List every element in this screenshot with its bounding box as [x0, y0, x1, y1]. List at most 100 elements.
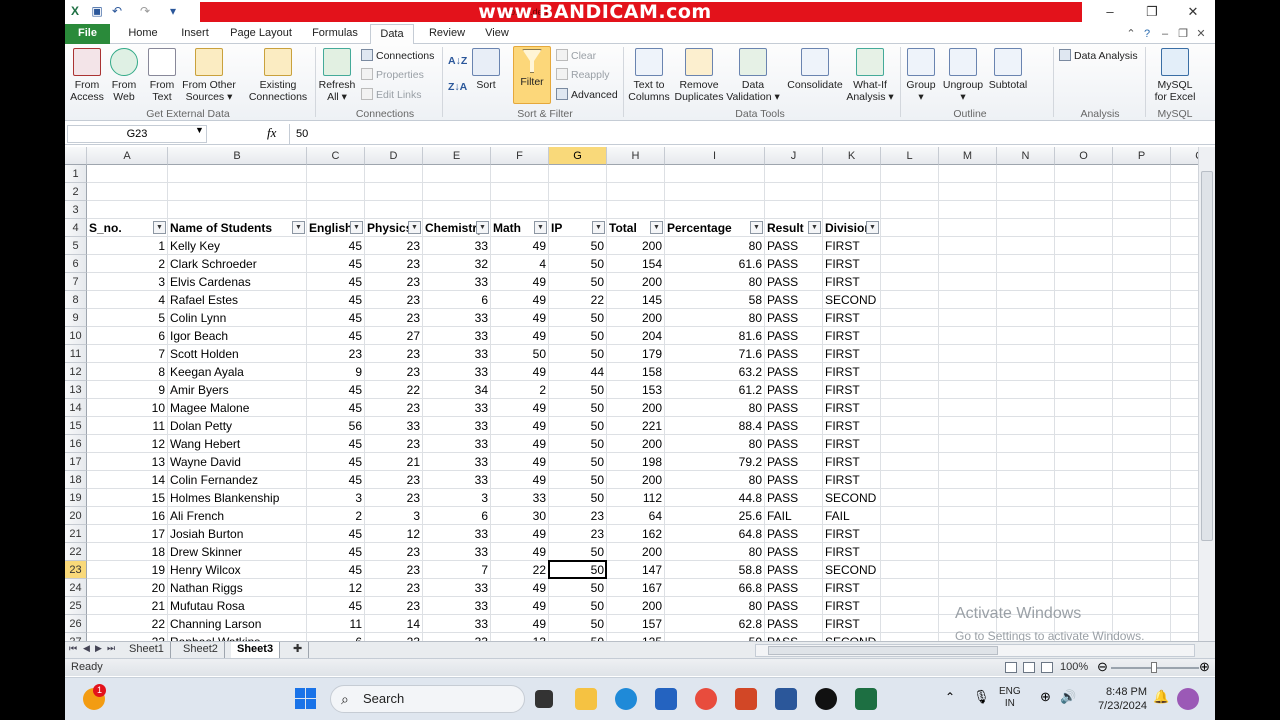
table-cell[interactable]: 33: [423, 453, 491, 471]
table-cell[interactable]: 20: [87, 579, 168, 597]
table-header-cell[interactable]: Chemistry ▼: [423, 219, 491, 237]
cell[interactable]: [939, 417, 997, 435]
table-cell[interactable]: 33: [423, 417, 491, 435]
cell[interactable]: [997, 201, 1055, 219]
filter-dropdown-icon[interactable]: ▼: [153, 221, 166, 234]
cell[interactable]: [1113, 327, 1171, 345]
cell[interactable]: [665, 201, 765, 219]
cell[interactable]: [939, 489, 997, 507]
row-header[interactable]: 4: [65, 219, 87, 237]
table-cell[interactable]: 1: [87, 237, 168, 255]
cell[interactable]: [1055, 327, 1113, 345]
cell[interactable]: [997, 327, 1055, 345]
table-cell[interactable]: 22: [549, 291, 607, 309]
cell[interactable]: [939, 309, 997, 327]
cell[interactable]: [881, 291, 939, 309]
store-icon[interactable]: [655, 688, 677, 710]
cell[interactable]: [881, 417, 939, 435]
table-cell[interactable]: PASS: [765, 255, 823, 273]
cell[interactable]: [1055, 201, 1113, 219]
file-explorer-icon[interactable]: [575, 688, 597, 710]
table-cell[interactable]: 50: [549, 453, 607, 471]
table-cell[interactable]: FAIL: [765, 507, 823, 525]
zoom-slider-knob[interactable]: [1151, 662, 1157, 673]
cell[interactable]: [1113, 525, 1171, 543]
first-sheet-icon[interactable]: ⏮: [69, 643, 77, 654]
clear-filter-button[interactable]: Clear: [556, 49, 596, 63]
cell[interactable]: [1113, 201, 1171, 219]
table-cell[interactable]: 125: [607, 633, 665, 641]
cell[interactable]: [881, 471, 939, 489]
table-cell[interactable]: 23: [365, 273, 423, 291]
table-cell[interactable]: 12: [365, 525, 423, 543]
table-cell[interactable]: 167: [607, 579, 665, 597]
row-header[interactable]: 22: [65, 543, 87, 561]
cell[interactable]: [607, 201, 665, 219]
table-header-cell[interactable]: Result ▼: [765, 219, 823, 237]
table-cell[interactable]: PASS: [765, 345, 823, 363]
table-cell[interactable]: 23: [365, 345, 423, 363]
column-header-o[interactable]: O: [1055, 147, 1113, 165]
cell[interactable]: [491, 201, 549, 219]
select-all-corner[interactable]: [65, 147, 87, 165]
cell[interactable]: [997, 363, 1055, 381]
table-cell[interactable]: 9: [87, 381, 168, 399]
column-header-g[interactable]: G: [549, 147, 607, 165]
table-cell[interactable]: 22: [491, 561, 549, 579]
table-cell[interactable]: 112: [607, 489, 665, 507]
table-cell[interactable]: 23: [365, 543, 423, 561]
table-cell[interactable]: 23: [365, 435, 423, 453]
cell[interactable]: [549, 165, 607, 183]
cell[interactable]: [1113, 543, 1171, 561]
column-header-p[interactable]: P: [1113, 147, 1171, 165]
table-cell[interactable]: 45: [307, 291, 365, 309]
column-header-l[interactable]: L: [881, 147, 939, 165]
table-cell[interactable]: 5: [87, 309, 168, 327]
row-header[interactable]: 12: [65, 363, 87, 381]
row-header[interactable]: 20: [65, 507, 87, 525]
table-cell[interactable]: FIRST: [823, 435, 881, 453]
cell[interactable]: [939, 327, 997, 345]
cell[interactable]: [1055, 579, 1113, 597]
word-icon[interactable]: [775, 688, 797, 710]
table-cell[interactable]: Henry Wilcox: [168, 561, 307, 579]
ungroup-button[interactable]: Ungroup ▾: [941, 48, 985, 103]
table-cell[interactable]: 49: [491, 237, 549, 255]
table-cell[interactable]: Colin Fernandez: [168, 471, 307, 489]
cell[interactable]: [307, 201, 365, 219]
cell[interactable]: [1055, 525, 1113, 543]
table-cell[interactable]: 45: [307, 525, 365, 543]
cell[interactable]: [939, 435, 997, 453]
group-button[interactable]: Group ▾: [903, 48, 939, 103]
cell[interactable]: [881, 453, 939, 471]
table-cell[interactable]: 23: [365, 255, 423, 273]
table-cell[interactable]: 33: [423, 327, 491, 345]
table-cell[interactable]: 50: [549, 399, 607, 417]
table-cell[interactable]: 33: [491, 489, 549, 507]
filter-dropdown-icon[interactable]: ▼: [350, 221, 363, 234]
consolidate-button[interactable]: Consolidate: [785, 48, 845, 91]
sheet-tab-sheet2[interactable]: Sheet2: [177, 642, 225, 658]
table-cell[interactable]: 50: [549, 309, 607, 327]
cell[interactable]: [997, 489, 1055, 507]
cell[interactable]: [997, 273, 1055, 291]
cell[interactable]: [997, 471, 1055, 489]
table-cell[interactable]: 23: [365, 489, 423, 507]
cell[interactable]: [1055, 399, 1113, 417]
cell[interactable]: [939, 471, 997, 489]
cell[interactable]: [939, 561, 997, 579]
column-header-j[interactable]: J: [765, 147, 823, 165]
column-header-h[interactable]: H: [607, 147, 665, 165]
cell[interactable]: [168, 201, 307, 219]
table-cell[interactable]: Magee Malone: [168, 399, 307, 417]
table-header-cell[interactable]: English ▼: [307, 219, 365, 237]
row-header[interactable]: 13: [65, 381, 87, 399]
table-cell[interactable]: Keegan Ayala: [168, 363, 307, 381]
cell[interactable]: [881, 255, 939, 273]
table-cell[interactable]: FAIL: [823, 507, 881, 525]
bandicam-icon[interactable]: [815, 688, 837, 710]
row-header[interactable]: 25: [65, 597, 87, 615]
row-header[interactable]: 7: [65, 273, 87, 291]
table-cell[interactable]: 50: [491, 345, 549, 363]
cell[interactable]: [997, 309, 1055, 327]
